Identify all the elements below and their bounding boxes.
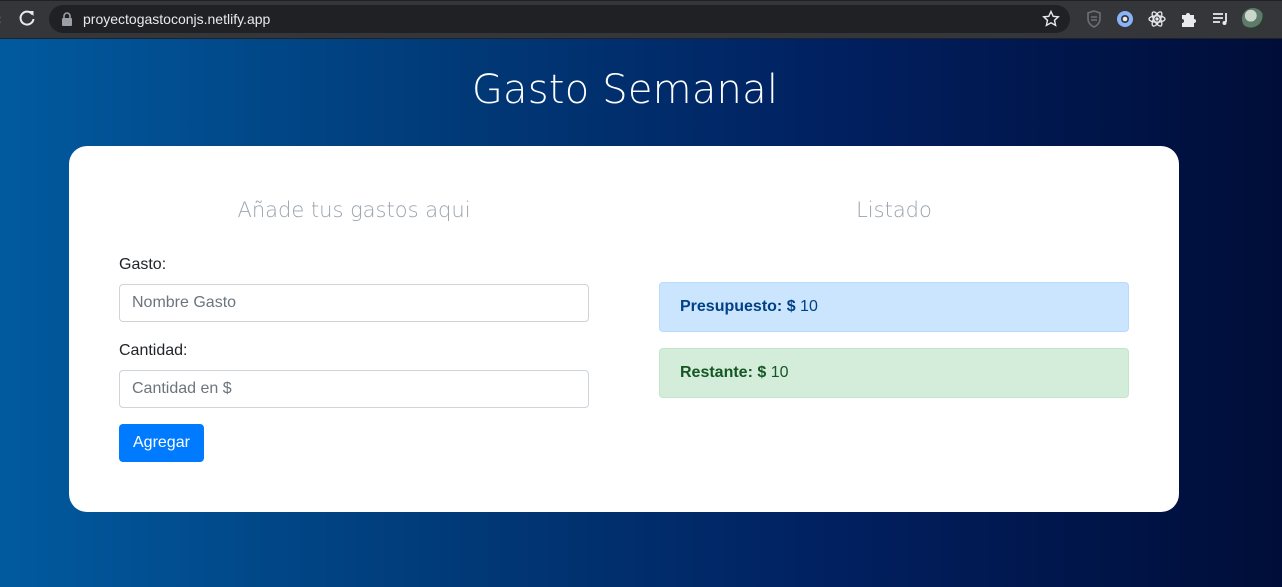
cantidad-input[interactable]: [119, 370, 589, 408]
avatar[interactable]: [1242, 8, 1264, 30]
star-icon[interactable]: [1042, 10, 1060, 28]
cantidad-label: Cantidad:: [119, 342, 188, 359]
shield-icon[interactable]: [1084, 9, 1104, 29]
restante-value: 10: [770, 364, 789, 381]
listado-heading: Listado: [856, 198, 932, 222]
gasto-label: Gasto:: [119, 256, 167, 273]
reading-list-icon[interactable]: [1211, 9, 1231, 29]
restante-label: Restante: $: [680, 364, 767, 381]
react-icon[interactable]: [1147, 9, 1167, 29]
restante-alert: Restante: $ 10: [659, 348, 1129, 398]
puzzle-icon[interactable]: [1179, 9, 1199, 29]
reload-icon[interactable]: [17, 8, 37, 28]
browser-toolbar: ‹ proyectogastoconjs.netlify.app: [0, 0, 1282, 39]
agregar-button[interactable]: Agregar: [119, 424, 204, 462]
presupuesto-value: 10: [800, 298, 818, 315]
presupuesto-alert: Presupuesto: $ 10: [659, 282, 1129, 332]
main-card: Añade tus gastos aqui Gasto: Cantidad: A…: [69, 146, 1179, 512]
presupuesto-label: Presupuesto: $: [680, 298, 796, 315]
address-bar[interactable]: proyectogastoconjs.netlify.app: [49, 5, 1070, 33]
form-heading: Añade tus gastos aqui: [237, 198, 471, 222]
gasto-input[interactable]: [119, 284, 589, 322]
lock-icon[interactable]: [61, 12, 73, 26]
extension-circle-icon[interactable]: [1115, 9, 1135, 29]
tabstrip-edge: [0, 0, 1282, 1]
back-arrow-icon[interactable]: ‹: [0, 12, 2, 28]
url-text[interactable]: proyectogastoconjs.netlify.app: [83, 11, 270, 27]
page-title: Gasto Semanal: [471, 67, 779, 113]
page-background: Gasto Semanal Añade tus gastos aqui Gast…: [0, 39, 1282, 587]
